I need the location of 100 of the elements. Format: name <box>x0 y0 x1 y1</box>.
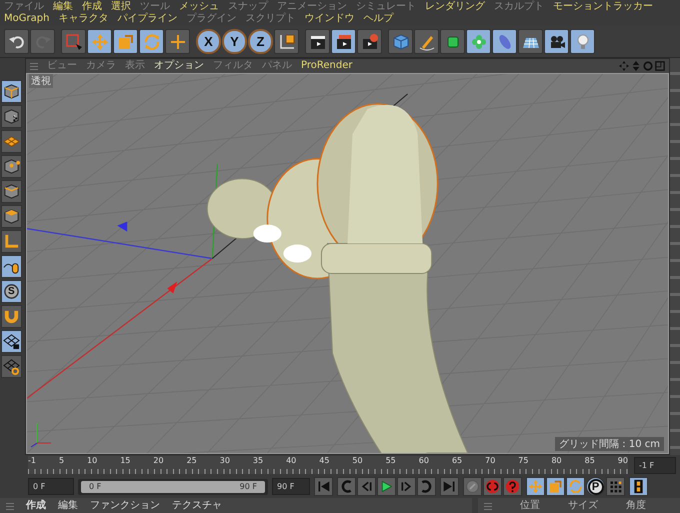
snap-tool-button[interactable] <box>1 305 22 328</box>
scale-tool-button[interactable] <box>113 29 138 54</box>
frame-number: 55 <box>386 456 396 465</box>
model-tool-button[interactable] <box>1 80 22 103</box>
timeline-tool-button[interactable] <box>629 477 648 496</box>
axis-gizmo-icon <box>30 422 52 448</box>
menu-item[interactable]: 作成 <box>26 500 46 512</box>
scale-square-icon <box>116 32 134 50</box>
frame-number: 75 <box>518 456 528 465</box>
render-view-tool-button[interactable] <box>305 29 330 54</box>
frame-number: 10 <box>87 456 98 465</box>
question-icon <box>505 479 520 494</box>
grid-rotate-icon <box>3 358 20 375</box>
menu-item[interactable]: 編集 <box>53 1 73 13</box>
frame-number: 70 <box>485 456 496 465</box>
range-end-label: 90 F <box>240 482 257 491</box>
viewport-menu-item[interactable]: オプション <box>154 60 204 72</box>
prev-key-tool-button[interactable] <box>337 477 356 496</box>
help-tool-button[interactable] <box>503 477 522 496</box>
last-tool-button[interactable] <box>440 477 459 496</box>
menu-item[interactable]: 選択 <box>111 1 131 13</box>
move-arrows-icon <box>528 479 543 494</box>
magnet-icon <box>3 308 20 325</box>
cube-tool-button[interactable] <box>388 29 413 54</box>
end-frame-field[interactable]: 90 F <box>272 478 310 495</box>
record-icon <box>485 479 500 494</box>
move-arrows-icon <box>90 32 108 50</box>
add-tool-button[interactable] <box>165 29 190 54</box>
menu-item[interactable]: ウインドウ <box>304 13 354 25</box>
next-key-icon <box>419 479 434 494</box>
lock-tool-button[interactable] <box>1 330 22 353</box>
menu-item[interactable]: 編集 <box>58 500 78 512</box>
current-frame-field[interactable]: -1 F <box>634 456 676 474</box>
cloner-tool-button[interactable] <box>466 29 491 54</box>
x-tool-button[interactable]: X <box>196 29 221 54</box>
viewport-menu-item[interactable]: ProRender <box>301 60 352 72</box>
menu-item[interactable]: メッシュ <box>179 1 219 13</box>
rotate-tool-button[interactable] <box>139 29 164 54</box>
camera-tool-button[interactable] <box>544 29 569 54</box>
play-tool-button[interactable] <box>377 477 396 496</box>
solo-tool-button[interactable]: S <box>1 280 22 303</box>
next-key-tool-button[interactable] <box>417 477 436 496</box>
keyframe-tool-button[interactable] <box>463 477 482 496</box>
scl-tool-button[interactable] <box>546 477 565 496</box>
polygons-tool-button[interactable] <box>1 205 22 228</box>
frame-number: 45 <box>319 456 330 465</box>
step-back-icon <box>359 479 374 494</box>
axis-cube-icon <box>278 32 296 50</box>
cube-edges-icon <box>3 183 20 200</box>
render-settings-tool-button[interactable] <box>357 29 382 54</box>
checkered-cube-icon <box>3 108 20 125</box>
undo-tool-button[interactable] <box>4 29 29 54</box>
menu-item[interactable]: パイプライン <box>117 13 178 25</box>
s-circle-icon <box>3 283 20 300</box>
plus-icon <box>168 32 186 50</box>
camera-label: 透視 <box>29 74 53 88</box>
coords-tool-button[interactable] <box>274 29 299 54</box>
frame-number: 85 <box>584 456 595 465</box>
menu-item[interactable]: 作成 <box>82 1 102 13</box>
menu-item[interactable]: ファンクション <box>90 500 160 512</box>
record-tool-button[interactable] <box>483 477 502 496</box>
deformer-tool-button[interactable] <box>492 29 517 54</box>
start-frame-field[interactable]: 0 F <box>28 478 74 495</box>
edges-tool-button[interactable] <box>1 180 22 203</box>
rot-tool-button[interactable] <box>566 477 585 496</box>
pos-tool-button[interactable] <box>526 477 545 496</box>
floor-tool-button[interactable] <box>518 29 543 54</box>
workplane-tool-button[interactable] <box>1 130 22 153</box>
menu-item[interactable]: キャラクタ <box>58 13 108 25</box>
y-tool-button[interactable]: Y <box>222 29 247 54</box>
texture-tool-button[interactable] <box>1 105 22 128</box>
param-tool-button[interactable]: P <box>586 477 605 496</box>
select-tool-button[interactable] <box>61 29 86 54</box>
prev-tool-button[interactable] <box>357 477 376 496</box>
scale-square-icon <box>548 479 563 494</box>
first-tool-button[interactable] <box>314 477 333 496</box>
render-tool-button[interactable] <box>331 29 356 54</box>
step-forward-icon <box>399 479 414 494</box>
pen-tool-button[interactable] <box>414 29 439 54</box>
axis-corner-icon <box>3 233 20 250</box>
subdivide-tool-button[interactable] <box>440 29 465 54</box>
frame-number: 30 <box>220 456 230 465</box>
tweak-tool-button[interactable] <box>1 255 22 278</box>
frame-range-slider[interactable] <box>81 480 265 492</box>
axis-tool-button[interactable] <box>1 230 22 253</box>
menu-item[interactable]: MoGraph <box>4 13 50 25</box>
light-tool-button[interactable] <box>570 29 595 54</box>
clapperboard-gear-icon <box>360 32 378 50</box>
menu-item[interactable]: レンダリング <box>425 1 485 13</box>
skip-start-icon <box>316 479 331 494</box>
viewport[interactable]: 透視 グリッド間隔 : 10 cm <box>26 73 669 454</box>
menu-item[interactable]: モーショントラッカー <box>553 1 653 13</box>
z-tool-button[interactable]: Z <box>248 29 273 54</box>
menu-item[interactable]: ヘルプ <box>363 13 394 25</box>
move-tool-button[interactable] <box>87 29 112 54</box>
frame-number: 25 <box>186 456 197 465</box>
next-tool-button[interactable] <box>397 477 416 496</box>
points-tool-button[interactable] <box>1 155 22 178</box>
menu-item[interactable]: テクスチャ <box>172 500 222 512</box>
planar-tool-button[interactable] <box>1 355 22 378</box>
